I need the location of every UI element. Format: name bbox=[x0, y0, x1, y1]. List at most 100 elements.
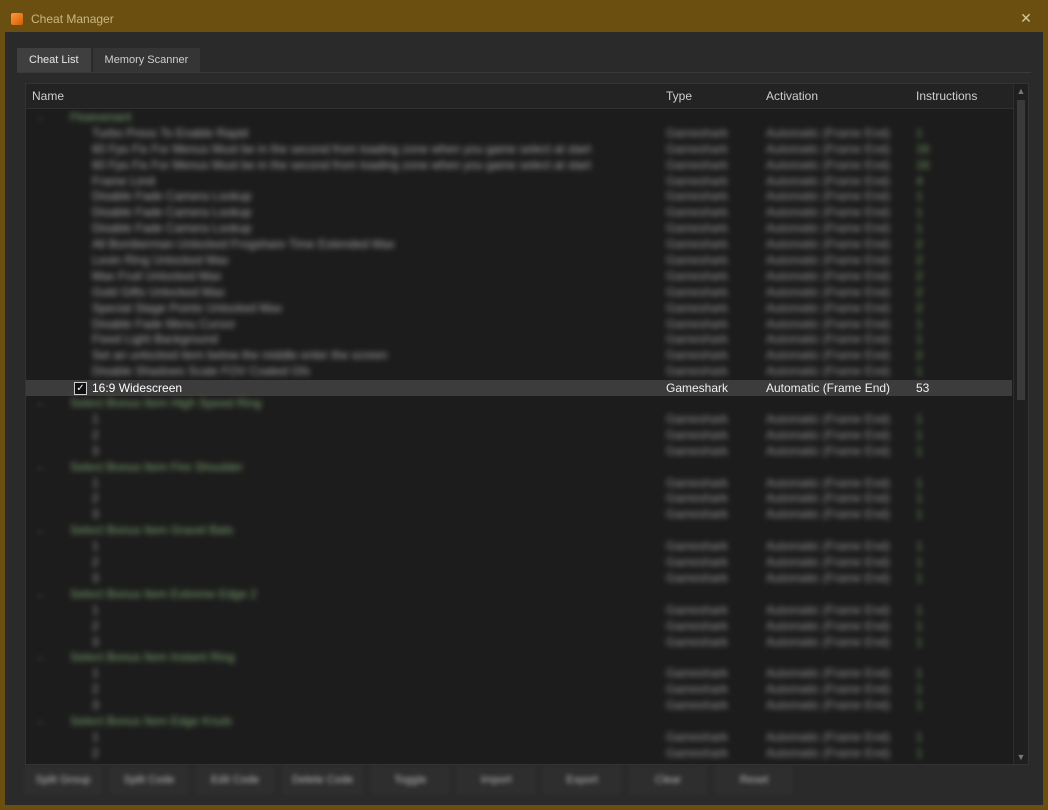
table-row[interactable]: Gold Gifts Unlocked Max Gameshark Automati… bbox=[26, 285, 1012, 301]
tab-memory-scanner[interactable]: Memory Scanner bbox=[92, 48, 201, 72]
reset-button[interactable]: Reset bbox=[716, 767, 793, 793]
table-row[interactable]: Frame Limit Gameshark Automatic (Frame End… bbox=[26, 174, 1012, 190]
table-row[interactable]: 1 Gameshark Automatic (Frame End) 1 bbox=[26, 730, 1012, 746]
table-row[interactable]: 3 Gameshark Automatic (Frame End) 1 bbox=[26, 444, 1012, 460]
cheat-instructions: 1 bbox=[916, 745, 923, 760]
scroll-up-icon[interactable]: ▲ bbox=[1016, 86, 1026, 96]
column-header-instructions[interactable]: Instructions bbox=[916, 89, 977, 103]
table-row[interactable]: All Bomberman Unlocked Frogshare Time Ex… bbox=[26, 237, 1012, 253]
toggle-button[interactable]: Toggle bbox=[372, 767, 449, 793]
table-row[interactable]: 1 Gameshark Automatic (Frame End) 1 bbox=[26, 412, 1012, 428]
table-row[interactable]: 2 Gameshark Automatic (Frame End) 1 bbox=[26, 682, 1012, 698]
expand-icon[interactable]: ⌄ bbox=[36, 396, 44, 412]
group-row[interactable]: ⌄ Select Bonus Item Gravel Bats bbox=[26, 523, 1012, 539]
column-header-name[interactable]: Name bbox=[32, 89, 64, 103]
table-row[interactable]: Leoin Ring Unlocked Max Gameshark Automati… bbox=[26, 253, 1012, 269]
table-row[interactable]: 60 Fps Fix For Menus Must be in the seco… bbox=[26, 158, 1012, 174]
table-row[interactable]: 2 Gameshark Automatic (Frame End) 1 bbox=[26, 619, 1012, 635]
table-row[interactable]: Disable Fade Camera Lookup Gameshark Autom… bbox=[26, 205, 1012, 221]
split-code-button[interactable]: Split Code bbox=[111, 767, 187, 793]
cheat-type: Gameshark bbox=[666, 237, 729, 252]
table-row[interactable]: 3 Gameshark Automatic (Frame End) 1 bbox=[26, 507, 1012, 523]
cheat-activation: Automatic (Frame End) bbox=[766, 125, 891, 140]
cheat-manager-window: Cheat Manager ✕ Cheat List Memory Scanne… bbox=[0, 0, 1048, 810]
expand-icon[interactable]: ⌄ bbox=[36, 110, 44, 126]
export-button[interactable]: Export bbox=[544, 767, 621, 793]
table-row[interactable]: Disable Shadows Scale FOV Coated Gfx Game… bbox=[26, 364, 1012, 380]
cheat-type: Gameshark bbox=[666, 141, 729, 156]
table-row[interactable]: 60 Fps Fix For Menus Must be in the seco… bbox=[26, 142, 1012, 158]
cheat-checkbox[interactable]: ✓ bbox=[74, 382, 87, 396]
expand-icon[interactable]: ⌄ bbox=[36, 587, 44, 603]
vertical-scrollbar[interactable]: ▲ ▼ bbox=[1013, 84, 1028, 764]
cheat-type: Gameshark bbox=[666, 189, 729, 204]
cheat-name: All Bomberman Unlocked Frogshare Time Ex… bbox=[92, 237, 395, 252]
clear-button[interactable]: Clear bbox=[630, 767, 707, 793]
cheat-rows: ⌄ Flowvenant Turbo Press To Enable Rapid Ga… bbox=[26, 110, 1012, 764]
group-row[interactable]: ⌄ Select Bonus Item Fire Shoulder bbox=[26, 460, 1012, 476]
cheat-instructions: 1 bbox=[916, 125, 923, 140]
cheat-instructions: 1 bbox=[916, 555, 923, 570]
table-row[interactable]: 1 Gameshark Automatic (Frame End) 1 bbox=[26, 539, 1012, 555]
table-row[interactable]: Turbo Press To Enable Rapid Gameshark Auto… bbox=[26, 126, 1012, 142]
edit-code-button[interactable]: Edit Code bbox=[197, 767, 273, 793]
table-row[interactable]: 3 Gameshark Automatic (Frame End) 1 bbox=[26, 571, 1012, 587]
expand-icon[interactable]: ⌄ bbox=[36, 714, 44, 730]
table-row[interactable]: Set an unlocked item below the middle en… bbox=[26, 348, 1012, 364]
cheat-type: Gameshark bbox=[666, 316, 729, 331]
cheat-name: Flowvenant bbox=[70, 110, 132, 124]
table-row[interactable]: 1 Gameshark Automatic (Frame End) 1 bbox=[26, 666, 1012, 682]
cheat-type: Gameshark bbox=[666, 253, 729, 268]
import-button[interactable]: Import bbox=[458, 767, 535, 793]
table-row[interactable]: Disable Fade Camera Lookup Gameshark Autom… bbox=[26, 221, 1012, 237]
table-row[interactable]: 2 Gameshark Automatic (Frame End) 1 bbox=[26, 555, 1012, 571]
table-row[interactable]: ✓ 16:9 Widescreen Gameshark Automatic (Fram… bbox=[26, 380, 1012, 397]
group-row[interactable]: ⌄ Select Bonus Item High Speed Ring bbox=[26, 396, 1012, 412]
table-row[interactable]: 2 Gameshark Automatic (Frame End) 1 bbox=[26, 428, 1012, 444]
expand-icon[interactable]: ⌄ bbox=[36, 523, 44, 539]
group-row[interactable]: ⌄ Flowvenant bbox=[26, 110, 1012, 126]
window-title: Cheat Manager bbox=[31, 11, 114, 26]
table-row[interactable]: 1 Gameshark Automatic (Frame End) 1 bbox=[26, 603, 1012, 619]
cheat-instructions: 1 bbox=[916, 602, 923, 617]
table-row[interactable]: Max Fruit Unlocked Max Gameshark Automatic… bbox=[26, 269, 1012, 285]
cheat-name: 2 bbox=[92, 555, 99, 570]
tab-cheat-list[interactable]: Cheat List bbox=[17, 48, 91, 72]
cheat-name: 3 bbox=[92, 570, 99, 585]
scroll-down-icon[interactable]: ▼ bbox=[1016, 752, 1026, 762]
close-icon[interactable]: ✕ bbox=[1017, 9, 1035, 27]
scrollbar-thumb[interactable] bbox=[1017, 100, 1025, 400]
delete-code-button[interactable]: Delete Code bbox=[283, 767, 363, 793]
table-row[interactable]: 2 Gameshark Automatic (Frame End) 1 bbox=[26, 491, 1012, 507]
table-row[interactable]: Fixed Light Background Gameshark Automatic… bbox=[26, 332, 1012, 348]
cheat-name: 16:9 Widescreen bbox=[92, 381, 183, 396]
table-row[interactable]: Disable Fade Menu Cursor Gameshark Automat… bbox=[26, 317, 1012, 333]
cheat-activation: Automatic (Frame End) bbox=[766, 300, 891, 315]
cheat-instructions: 16 bbox=[916, 157, 930, 172]
cheat-instructions: 4 bbox=[916, 173, 923, 188]
title-bar[interactable]: Cheat Manager ✕ bbox=[5, 5, 1043, 32]
cheat-name: Disable Fade Camera Lookup bbox=[92, 189, 252, 204]
expand-icon[interactable]: ⌄ bbox=[36, 650, 44, 666]
table-row[interactable]: Special Stage Points Unlocked Max Gamesha… bbox=[26, 301, 1012, 317]
cheat-type: Gameshark bbox=[666, 412, 729, 427]
column-header-activation[interactable]: Activation bbox=[766, 89, 818, 103]
cheat-instructions: 1 bbox=[916, 221, 923, 236]
split-group-button[interactable]: Split Group bbox=[25, 767, 101, 793]
table-row[interactable]: 2 Gameshark Automatic (Frame End) 1 bbox=[26, 746, 1012, 762]
cheat-type: Gameshark bbox=[666, 221, 729, 236]
table-row[interactable]: 3 Gameshark Automatic (Frame End) 1 bbox=[26, 698, 1012, 714]
cheat-instructions: 1 bbox=[916, 729, 923, 744]
expand-icon[interactable]: ⌄ bbox=[36, 460, 44, 476]
column-header-type[interactable]: Type bbox=[666, 89, 692, 103]
group-row[interactable]: ⌄ Select Bonus Item Edge Knuls bbox=[26, 714, 1012, 730]
cheat-type: Gameshark bbox=[666, 443, 729, 458]
cheat-activation: Automatic (Frame End) bbox=[766, 221, 891, 236]
cheat-activation: Automatic (Frame End) bbox=[766, 173, 891, 188]
group-row[interactable]: ⌄ Select Bonus Item Instant Ring bbox=[26, 650, 1012, 666]
table-row[interactable]: 1 Gameshark Automatic (Frame End) 1 bbox=[26, 476, 1012, 492]
table-row[interactable]: Disable Fade Camera Lookup Gameshark Autom… bbox=[26, 189, 1012, 205]
group-row[interactable]: ⌄ Select Bonus Item Extreme Edge 2 bbox=[26, 587, 1012, 603]
table-row[interactable]: 3 Gameshark Automatic (Frame End) 1 bbox=[26, 635, 1012, 651]
cheat-type: Gameshark bbox=[666, 364, 729, 379]
